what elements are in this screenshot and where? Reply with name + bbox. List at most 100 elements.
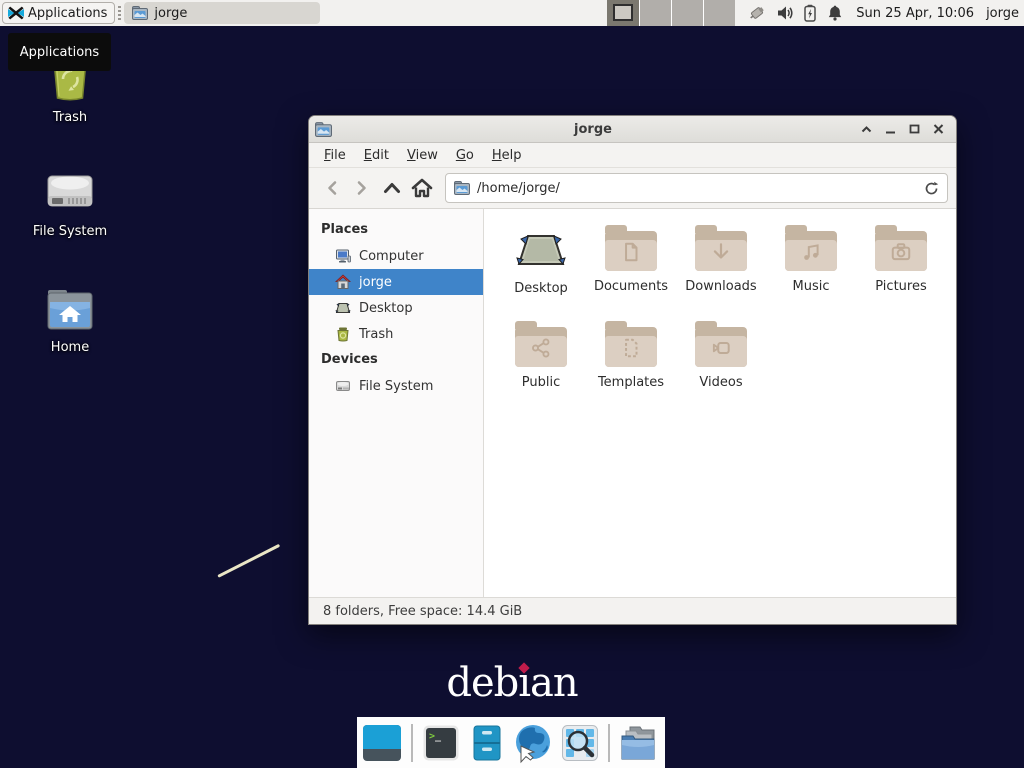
debian-logo-text-end: an xyxy=(530,660,578,706)
minimize-button[interactable] xyxy=(878,118,902,140)
workspace-2[interactable] xyxy=(639,0,671,26)
menu-go[interactable]: Go xyxy=(447,145,483,166)
file-item-desktop[interactable]: Desktop xyxy=(496,225,586,321)
taskbar-window-button[interactable]: jorge xyxy=(124,2,320,24)
forward-button[interactable] xyxy=(347,173,377,203)
dock-separator xyxy=(411,724,413,762)
menu-help[interactable]: Help xyxy=(483,145,531,166)
file-item-public[interactable]: Public xyxy=(496,321,586,417)
sidebar-item-jorge[interactable]: jorge xyxy=(309,269,483,295)
menu-file[interactable]: File xyxy=(315,145,355,166)
workspace-3[interactable] xyxy=(671,0,703,26)
clock[interactable]: Sun 25 Apr, 10:06 xyxy=(856,6,974,21)
file-label: Templates xyxy=(598,375,664,390)
sidebar-item-label: Trash xyxy=(359,327,393,342)
file-item-templates[interactable]: Templates xyxy=(586,321,676,417)
workspace-1[interactable] xyxy=(607,0,639,26)
terminal-launcher[interactable]: > _ xyxy=(421,722,462,764)
sidebar-devices-header: Devices xyxy=(309,347,483,373)
desktop-file-icon xyxy=(515,227,567,273)
toolbar: /home/jorge/ xyxy=(309,168,956,209)
drive-icon xyxy=(335,378,351,394)
file-label: Videos xyxy=(699,375,742,390)
file-item-downloads[interactable]: Downloads xyxy=(676,225,766,321)
home-button[interactable] xyxy=(407,173,437,203)
network-plug-icon[interactable] xyxy=(747,4,767,22)
close-button[interactable] xyxy=(926,118,950,140)
up-button[interactable] xyxy=(377,173,407,203)
desktop-icon-file-system[interactable]: File System xyxy=(10,168,130,239)
file-item-videos[interactable]: Videos xyxy=(676,321,766,417)
directory-menu-button[interactable] xyxy=(618,722,660,764)
dock-separator xyxy=(608,724,610,762)
file-manager-launcher[interactable] xyxy=(467,722,508,764)
back-button[interactable] xyxy=(317,173,347,203)
workspace-4[interactable] xyxy=(703,0,735,26)
home-folder-icon xyxy=(45,288,95,332)
videos-emblem-icon xyxy=(710,337,732,359)
system-tray xyxy=(747,4,844,22)
sidebar-item-file-system[interactable]: File System xyxy=(309,373,483,399)
file-label: Pictures xyxy=(875,279,926,294)
svg-text:_: _ xyxy=(435,731,442,742)
back-icon xyxy=(326,180,338,196)
debian-logo: debıan xyxy=(0,660,1024,706)
desktop-icon-home[interactable]: Home xyxy=(10,288,130,355)
desktop-icon-label: Home xyxy=(10,340,130,355)
window-titlebar-icon xyxy=(315,122,332,137)
documents-emblem-icon xyxy=(620,241,642,263)
home-icon xyxy=(411,178,433,198)
hard-drive-icon xyxy=(45,168,95,216)
path-folder-icon xyxy=(454,181,470,195)
close-icon xyxy=(933,124,944,134)
minimize-icon xyxy=(885,125,896,134)
sidebar-item-label: jorge xyxy=(359,275,392,290)
battery-icon[interactable] xyxy=(803,4,817,22)
file-item-documents[interactable]: Documents xyxy=(586,225,676,321)
maximize-icon xyxy=(909,124,920,134)
top-panel: Applications jorge xyxy=(0,0,1024,26)
titlebar[interactable]: jorge xyxy=(309,116,956,143)
menu-edit[interactable]: Edit xyxy=(355,145,398,166)
reload-icon[interactable] xyxy=(924,181,939,196)
desktop-scribble-line xyxy=(217,544,280,578)
maximize-button[interactable] xyxy=(902,118,926,140)
applications-menu-label: Applications xyxy=(28,6,107,21)
menubar: File Edit View Go Help xyxy=(309,143,956,168)
app-finder-launcher[interactable] xyxy=(559,722,600,764)
path-bar[interactable]: /home/jorge/ xyxy=(445,173,948,203)
desktop-place-icon xyxy=(335,300,351,316)
file-item-music[interactable]: Music xyxy=(766,225,856,321)
menu-view[interactable]: View xyxy=(398,145,447,166)
applications-menu-button[interactable]: Applications xyxy=(2,2,115,24)
sidebar: Places Computer jorge xyxy=(309,209,484,597)
shade-button[interactable] xyxy=(854,118,878,140)
file-label: Desktop xyxy=(514,281,568,296)
panel-handle[interactable] xyxy=(118,6,121,20)
volume-icon[interactable] xyxy=(776,4,794,22)
sidebar-item-trash[interactable]: Trash xyxy=(309,321,483,347)
app-finder-icon xyxy=(561,724,599,762)
file-item-pictures[interactable]: Pictures xyxy=(856,225,946,321)
sidebar-item-label: File System xyxy=(359,379,433,394)
downloads-emblem-icon xyxy=(710,241,732,263)
window-body: Places Computer jorge xyxy=(309,209,956,597)
workspace-window-preview xyxy=(613,4,633,21)
show-desktop-icon xyxy=(362,724,402,762)
up-icon xyxy=(383,182,401,194)
debian-logo-i: ı xyxy=(518,660,530,706)
public-emblem-icon xyxy=(530,337,552,359)
sidebar-item-label: Computer xyxy=(359,249,424,264)
path-text[interactable]: /home/jorge/ xyxy=(477,181,917,196)
file-label: Music xyxy=(793,279,830,294)
notifications-bell-icon[interactable] xyxy=(826,4,844,22)
web-browser-launcher[interactable] xyxy=(512,722,554,764)
desktop-icon-label: Trash xyxy=(10,110,130,125)
sidebar-item-desktop[interactable]: Desktop xyxy=(309,295,483,321)
applications-tooltip: Applications xyxy=(8,33,111,71)
panel-user-label[interactable]: jorge xyxy=(986,6,1019,21)
show-desktop-button[interactable] xyxy=(362,722,403,764)
sidebar-item-computer[interactable]: Computer xyxy=(309,243,483,269)
sidebar-places-header: Places xyxy=(309,217,483,243)
music-emblem-icon xyxy=(800,241,822,263)
